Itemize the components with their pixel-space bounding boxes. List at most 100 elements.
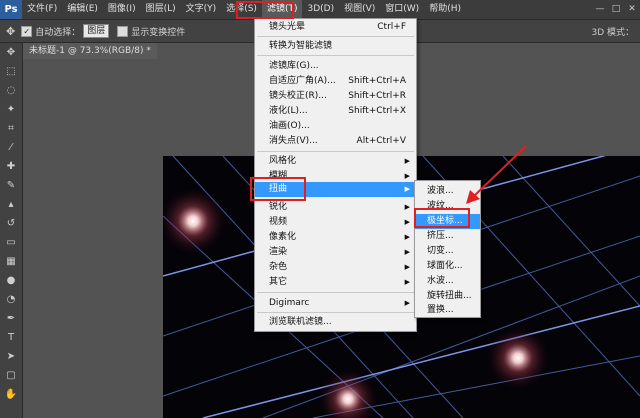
menu-help[interactable]: 帮助(H)	[424, 0, 466, 19]
healing-brush-tool-icon[interactable]: ✚	[0, 157, 22, 176]
menu-type[interactable]: 文字(Y)	[181, 0, 222, 19]
menu-item-render[interactable]: 渲染 ▶	[255, 245, 416, 260]
menu-3d[interactable]: 3D(D)	[302, 0, 339, 19]
menu-view[interactable]: 视图(V)	[339, 0, 380, 19]
menu-item-video[interactable]: 视频 ▶	[255, 215, 416, 230]
menu-item-label: 镜头校正(R)...	[269, 91, 327, 101]
stamp-tool-icon[interactable]: ▴	[0, 195, 22, 214]
history-brush-tool-icon[interactable]: ↺	[0, 214, 22, 233]
gradient-tool-icon[interactable]: ▦	[0, 252, 22, 271]
submenu-item-label: 置换...	[427, 305, 454, 315]
auto-select-option[interactable]: ✓ 自动选择： 图层	[21, 24, 110, 38]
menu-item-label: 自适应广角(A)...	[269, 76, 336, 86]
submenu-arrow-icon: ▶	[404, 218, 410, 226]
menu-item-browse-online-filters[interactable]: 浏览联机滤镜...	[255, 315, 416, 330]
menu-item-liquify[interactable]: 液化(L)... Shift+Ctrl+X	[255, 104, 416, 119]
menu-item-shortcut: Shift+Ctrl+X	[348, 106, 406, 116]
show-transform-checkbox[interactable]	[117, 25, 129, 37]
menu-item-stylize[interactable]: 风格化 ▶	[255, 154, 416, 169]
menu-item-label: 其它	[269, 277, 288, 287]
magic-wand-tool-icon[interactable]: ✦	[0, 100, 22, 119]
menu-filter[interactable]: 滤镜(T)	[261, 0, 303, 19]
menu-bar: Ps 文件(F) 编辑(E) 图像(I) 图层(L) 文字(Y) 选择(S) 滤…	[0, 0, 640, 20]
menu-item-distort[interactable]: 扭曲 ▶	[255, 182, 416, 197]
menu-item-pixelate[interactable]: 像素化 ▶	[255, 230, 416, 245]
submenu-item-polar-coordinates[interactable]: 极坐标...	[415, 214, 480, 229]
submenu-arrow-icon: ▶	[404, 299, 410, 307]
auto-select-dropdown[interactable]: 图层	[83, 24, 110, 38]
submenu-item-zigzag[interactable]: 水波...	[415, 274, 480, 289]
shape-tool-icon[interactable]: ▢	[0, 366, 22, 385]
submenu-arrow-icon: ▶	[404, 157, 410, 165]
show-transform-label: 显示变换控件	[131, 27, 186, 38]
menu-item-convert-smart-filter[interactable]: 转换为智能滤镜	[255, 39, 416, 54]
marquee-tool-icon[interactable]: ⬚	[0, 62, 22, 81]
auto-select-label: 自动选择：	[35, 27, 81, 38]
submenu-item-label: 旋转扭曲...	[427, 291, 472, 301]
brush-tool-icon[interactable]: ✎	[0, 176, 22, 195]
lasso-tool-icon[interactable]: ◌	[0, 81, 22, 100]
menu-item-shortcut: Shift+Ctrl+R	[348, 91, 406, 101]
maximize-button[interactable]: □	[608, 0, 624, 19]
submenu-item-pinch[interactable]: 挤压...	[415, 229, 480, 244]
menu-divider	[257, 55, 414, 56]
menu-item-label: 视频	[269, 217, 288, 227]
move-tool-icon[interactable]: ✥	[0, 43, 22, 62]
blur-tool-icon[interactable]: ●	[0, 271, 22, 290]
menu-item-label: 滤镜库(G)...	[269, 61, 319, 71]
show-transform-option[interactable]: 显示变换控件	[117, 25, 185, 38]
menu-item-oil-paint[interactable]: 油画(O)...	[255, 119, 416, 134]
menu-divider	[257, 312, 414, 313]
menu-item-label: 转换为智能滤镜	[269, 41, 333, 51]
submenu-item-shear[interactable]: 切变...	[415, 244, 480, 259]
menu-item-other[interactable]: 其它 ▶	[255, 275, 416, 290]
menu-item-digimarc[interactable]: Digimarc ▶	[255, 296, 416, 311]
hand-tool-icon[interactable]: ✋	[0, 385, 22, 404]
menu-item-label: 液化(L)...	[269, 106, 308, 116]
path-selection-tool-icon[interactable]: ➤	[0, 347, 22, 366]
auto-select-checkbox[interactable]: ✓	[21, 25, 33, 37]
menu-item-label: 杂色	[269, 262, 288, 272]
eyedropper-tool-icon[interactable]: ⁄	[0, 138, 22, 157]
menu-item-lens-flare[interactable]: 镜头光晕 Ctrl+F	[255, 20, 416, 35]
menu-item-label: 风格化	[269, 156, 297, 166]
submenu-item-displace[interactable]: 置换...	[415, 303, 480, 318]
menu-item-noise[interactable]: 杂色 ▶	[255, 260, 416, 275]
minimize-button[interactable]: —	[592, 0, 608, 19]
pen-tool-icon[interactable]: ✒	[0, 309, 22, 328]
submenu-item-spherize[interactable]: 球面化...	[415, 259, 480, 274]
submenu-arrow-icon: ▶	[404, 233, 410, 241]
menu-item-label: Digimarc	[269, 298, 310, 308]
menu-select[interactable]: 选择(S)	[221, 0, 262, 19]
submenu-item-label: 极坐标...	[427, 216, 463, 226]
menu-layer[interactable]: 图层(L)	[141, 0, 181, 19]
submenu-item-wave[interactable]: 波浪...	[415, 184, 480, 199]
menu-image[interactable]: 图像(I)	[103, 0, 141, 19]
photoshop-logo: Ps	[0, 0, 22, 19]
menu-window[interactable]: 窗口(W)	[380, 0, 424, 19]
menu-item-adaptive-wide-angle[interactable]: 自适应广角(A)... Shift+Ctrl+A	[255, 74, 416, 89]
type-tool-icon[interactable]: T	[0, 328, 22, 347]
submenu-item-label: 波纹...	[427, 201, 454, 211]
crop-tool-icon[interactable]: ⌗	[0, 119, 22, 138]
submenu-item-twirl[interactable]: 旋转扭曲...	[415, 289, 480, 304]
menu-item-lens-correction[interactable]: 镜头校正(R)... Shift+Ctrl+R	[255, 89, 416, 104]
document-tab[interactable]: 未标题-1 @ 73.3%(RGB/8) *	[23, 43, 157, 59]
close-button[interactable]: ✕	[624, 0, 640, 19]
submenu-arrow-icon: ▶	[404, 203, 410, 211]
menu-item-vanishing-point[interactable]: 消失点(V)... Alt+Ctrl+V	[255, 134, 416, 149]
filter-menu: 镜头光晕 Ctrl+F 转换为智能滤镜 滤镜库(G)... 自适应广角(A)..…	[254, 18, 417, 332]
tools-panel: ✥ ⬚ ◌ ✦ ⌗ ⁄ ✚ ✎ ▴ ↺ ▭ ▦ ● ◔ ✒ T ➤ ▢ ✋	[0, 43, 23, 418]
menu-item-sharpen[interactable]: 锐化 ▶	[255, 200, 416, 215]
submenu-arrow-icon: ▶	[404, 278, 410, 286]
menu-item-label: 渲染	[269, 247, 288, 257]
eraser-tool-icon[interactable]: ▭	[0, 233, 22, 252]
menu-edit[interactable]: 编辑(E)	[62, 0, 103, 19]
menu-item-shortcut: Alt+Ctrl+V	[356, 136, 406, 146]
submenu-item-ripple[interactable]: 波纹...	[415, 199, 480, 214]
menu-divider	[257, 292, 414, 293]
submenu-item-label: 球面化...	[427, 261, 463, 271]
dodge-tool-icon[interactable]: ◔	[0, 290, 22, 309]
menu-file[interactable]: 文件(F)	[22, 0, 62, 19]
menu-item-filter-gallery[interactable]: 滤镜库(G)...	[255, 59, 416, 74]
